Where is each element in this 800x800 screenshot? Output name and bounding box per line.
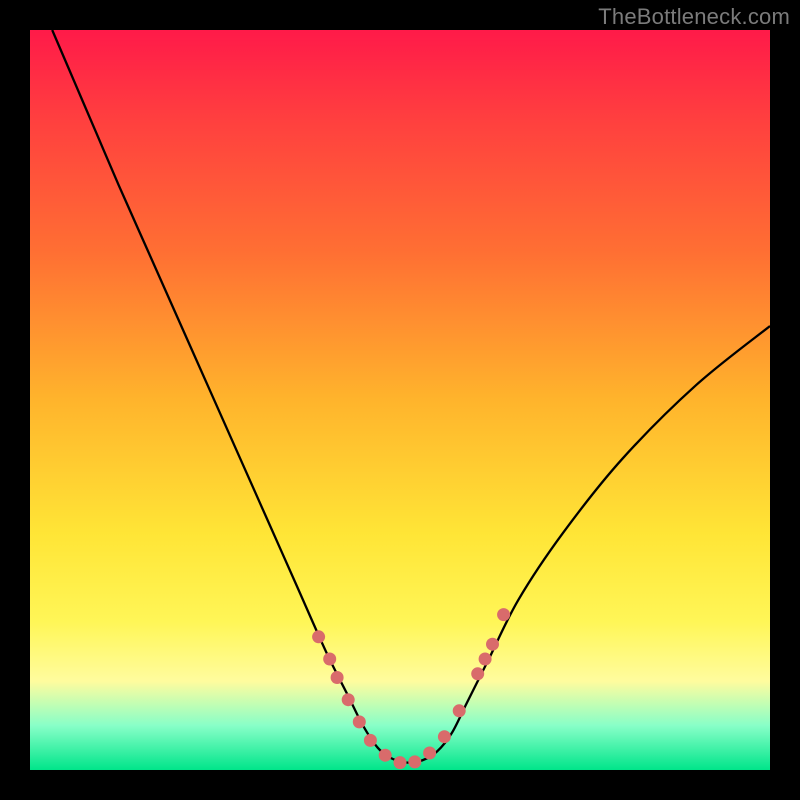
- highlight-dot: [471, 667, 484, 680]
- highlight-dot: [312, 630, 325, 643]
- highlight-dot: [379, 749, 392, 762]
- highlight-dot: [331, 671, 344, 684]
- bottleneck-curve: [52, 30, 770, 763]
- highlight-dots: [312, 608, 510, 769]
- highlight-dot: [408, 755, 421, 768]
- highlight-dot: [353, 715, 366, 728]
- highlight-dot: [438, 730, 451, 743]
- curve-layer: [30, 30, 770, 770]
- plot-area: [30, 30, 770, 770]
- highlight-dot: [364, 734, 377, 747]
- watermark-text: TheBottleneck.com: [598, 4, 790, 30]
- highlight-dot: [497, 608, 510, 621]
- chart-frame: TheBottleneck.com: [0, 0, 800, 800]
- highlight-dot: [342, 693, 355, 706]
- highlight-dot: [453, 704, 466, 717]
- highlight-dot: [486, 638, 499, 651]
- highlight-dot: [394, 756, 407, 769]
- highlight-dot: [323, 653, 336, 666]
- highlight-dot: [423, 746, 436, 759]
- highlight-dot: [479, 653, 492, 666]
